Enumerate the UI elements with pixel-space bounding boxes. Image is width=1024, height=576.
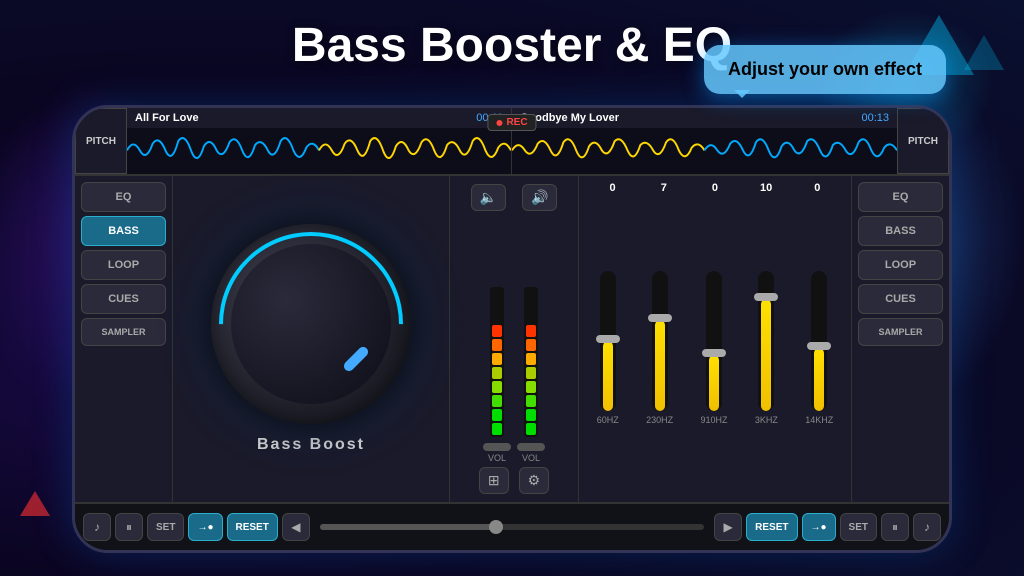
bass-knob[interactable] <box>211 224 411 424</box>
arrow-rec-right[interactable]: →● <box>802 513 836 541</box>
transport-bar: ♪ ⏸ SET →● RESET ◀ ▶ RESET →● SET ⏸ ♪ <box>75 502 949 550</box>
left-panel: EQ BASS LOOP CUES SAMPLER <box>75 176 173 502</box>
left-loop-button[interactable]: LOOP <box>81 250 166 280</box>
tooltip-bubble: Adjust your own effect <box>704 45 946 94</box>
left-track: All For Love 00:11 <box>127 108 512 174</box>
settings-icon-button[interactable]: ⚙ <box>519 467 550 494</box>
right-loop-button[interactable]: LOOP <box>858 250 943 280</box>
right-panel: EQ BASS LOOP CUES SAMPLER <box>851 176 949 502</box>
left-bass-button[interactable]: BASS <box>81 216 166 246</box>
eq-slider-3khz: 3KHZ <box>755 271 778 425</box>
left-sampler-button[interactable]: SAMPLER <box>81 318 166 346</box>
pause-right[interactable]: ⏸ <box>881 513 909 541</box>
eq-sliders-row: 60HZ 230HZ 910HZ <box>587 200 843 496</box>
left-cues-button[interactable]: CUES <box>81 284 166 314</box>
phone-frame: PITCH All For Love 00:11 <box>72 105 952 553</box>
vol-right-label: VOL <box>522 453 540 463</box>
eq-freq-3: 3KHZ <box>755 415 778 425</box>
rec-dot <box>496 120 502 126</box>
right-track-info: Goodbye My Lover 00:13 <box>512 108 897 128</box>
progress-bar[interactable] <box>320 524 704 530</box>
bass-boost-label: Bass Boost <box>257 436 365 454</box>
eq-slider-910hz: 910HZ <box>700 271 727 425</box>
eq-value-0: 0 <box>593 182 633 194</box>
eq-value-4: 0 <box>797 182 837 194</box>
right-cues-button[interactable]: CUES <box>858 284 943 314</box>
eq-slider-track-1[interactable] <box>652 271 668 411</box>
eq-freq-0: 60HZ <box>597 415 619 425</box>
reset-right[interactable]: RESET <box>746 513 797 541</box>
rec-label: REC <box>506 117 527 128</box>
progress-fill <box>320 524 493 530</box>
left-track-name: All For Love <box>135 112 199 124</box>
vu-meter-area: 🔈 🔊 <box>449 176 579 502</box>
pause-left[interactable]: ⏸ <box>115 513 143 541</box>
right-pitch-button[interactable]: PITCH <box>897 108 949 174</box>
eq-value-2: 0 <box>695 182 735 194</box>
deco-triangle-3 <box>20 491 50 516</box>
eq-slider-track-0[interactable] <box>600 271 616 411</box>
vol-slider-left[interactable] <box>483 443 511 451</box>
left-eq-button[interactable]: EQ <box>81 182 166 212</box>
eq-slider-230hz: 230HZ <box>646 271 673 425</box>
eq-slider-14khz: 14KHZ <box>805 271 833 425</box>
right-sampler-button[interactable]: SAMPLER <box>858 318 943 346</box>
right-track: Goodbye My Lover 00:13 <box>512 108 897 174</box>
eq-values-row: 0 7 0 10 0 <box>587 182 843 194</box>
arrow-right[interactable]: ▶ <box>714 513 742 541</box>
arrow-left[interactable]: ◀ <box>282 513 310 541</box>
vol-slider-right[interactable] <box>517 443 545 451</box>
left-pitch-button[interactable]: PITCH <box>75 108 127 174</box>
progress-thumb[interactable] <box>489 520 503 534</box>
eq-value-1: 7 <box>644 182 684 194</box>
right-waveform[interactable] <box>512 128 897 174</box>
volume-down-button[interactable]: 🔈 <box>471 184 506 211</box>
music-note-right[interactable]: ♪ <box>913 513 941 541</box>
eq-panel: 0 7 0 10 0 60HZ <box>579 176 851 502</box>
tooltip-text: Adjust your own effect <box>728 59 922 79</box>
reset-left[interactable]: RESET <box>227 513 278 541</box>
vu-bar-right <box>524 287 538 437</box>
vol-left-label: VOL <box>488 453 506 463</box>
eq-slider-track-3[interactable] <box>758 271 774 411</box>
knob-inner <box>231 244 391 404</box>
right-eq-button[interactable]: EQ <box>858 182 943 212</box>
left-track-info: All For Love 00:11 <box>127 108 511 128</box>
arrow-rec-left[interactable]: →● <box>188 513 222 541</box>
top-waveform-bar: PITCH All For Love 00:11 <box>75 108 949 176</box>
eq-value-3: 10 <box>746 182 786 194</box>
knob-indicator <box>342 345 370 373</box>
volume-up-button[interactable]: 🔊 <box>522 184 557 211</box>
knob-outer[interactable] <box>211 224 411 424</box>
main-content: EQ BASS LOOP CUES SAMPLER Bass Boost 🔈 <box>75 176 949 502</box>
track-section: All For Love 00:11 <box>127 108 897 174</box>
eq-slider-60hz: 60HZ <box>597 271 619 425</box>
vu-bar-left <box>490 287 504 437</box>
grid-icon-button[interactable]: ⊞ <box>479 467 509 494</box>
set-left[interactable]: SET <box>147 513 184 541</box>
center-knob-area: Bass Boost <box>173 176 449 502</box>
eq-freq-1: 230HZ <box>646 415 673 425</box>
right-track-time: 00:13 <box>861 112 889 124</box>
right-bass-button[interactable]: BASS <box>858 216 943 246</box>
eq-slider-track-4[interactable] <box>811 271 827 411</box>
left-waveform[interactable] <box>127 128 511 174</box>
set-right[interactable]: SET <box>840 513 877 541</box>
vu-icons-row: 🔈 🔊 <box>471 184 558 211</box>
rec-button[interactable]: REC <box>487 114 536 131</box>
music-note-left[interactable]: ♪ <box>83 513 111 541</box>
eq-freq-4: 14KHZ <box>805 415 833 425</box>
eq-slider-track-2[interactable] <box>706 271 722 411</box>
eq-freq-2: 910HZ <box>700 415 727 425</box>
